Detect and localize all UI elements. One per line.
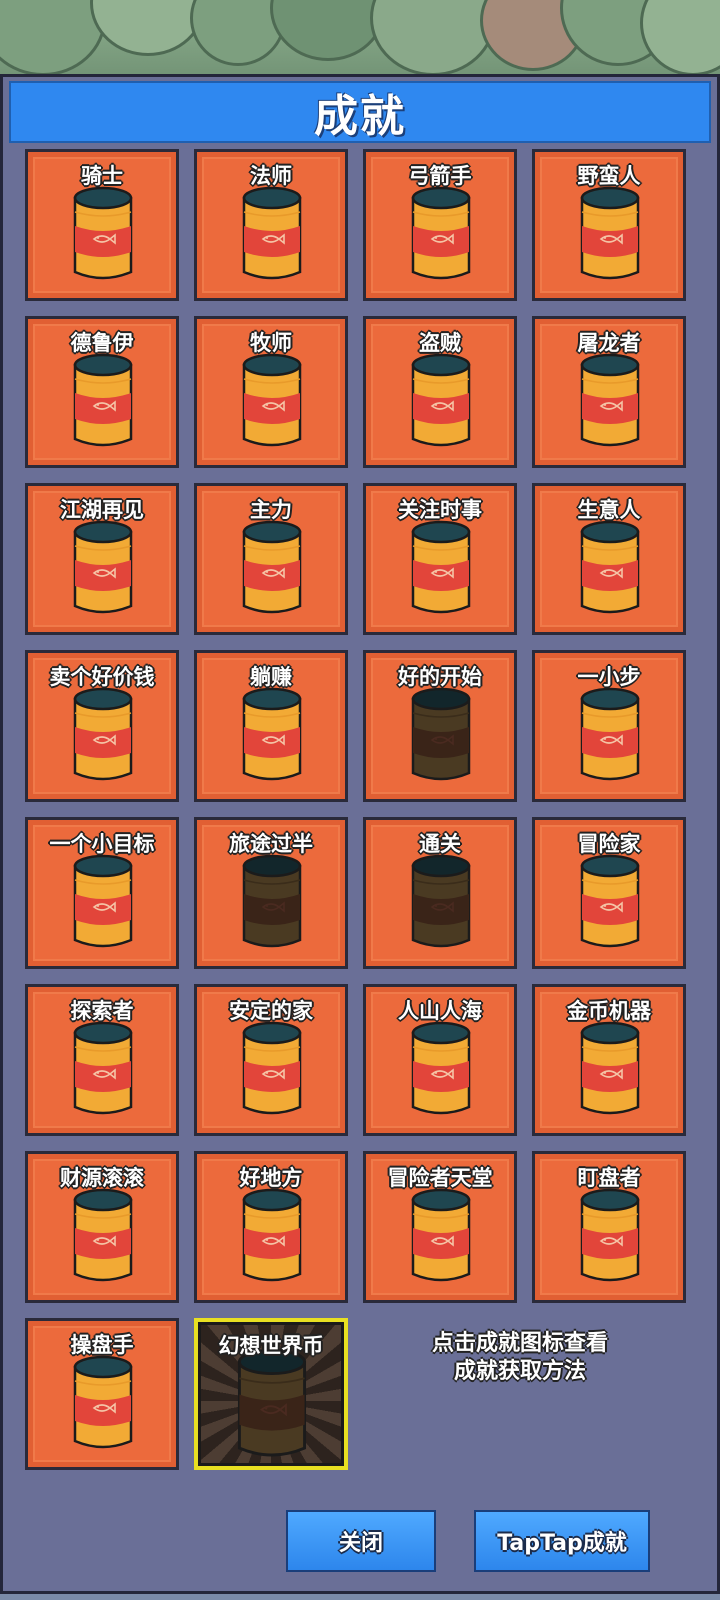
canned-fish-icon [72, 186, 134, 284]
achievement-tile[interactable]: 金币机器 [532, 984, 686, 1136]
achievement-tile[interactable]: 躺赚 [194, 650, 348, 802]
canned-fish-icon [241, 186, 303, 284]
achievement-label: 一个小目标 [49, 832, 155, 856]
achievement-tile[interactable]: 冒险者天堂 [363, 1151, 517, 1303]
canned-fish-icon [72, 353, 134, 451]
achievement-tile[interactable]: 一个小目标 [25, 817, 179, 969]
canned-fish-icon [410, 1021, 472, 1119]
hint-line-1: 点击成就图标查看 [431, 1331, 608, 1356]
achievement-tile[interactable]: 旅途过半 [194, 817, 348, 969]
achievement-tile[interactable]: 冒险家 [532, 817, 686, 969]
canned-fish-icon [241, 1188, 303, 1286]
achievement-label: 冒险家 [577, 832, 641, 856]
achievement-label: 弓箭手 [408, 164, 472, 188]
achievement-tile[interactable]: 牧师 [194, 316, 348, 468]
achievement-label: 金币机器 [567, 999, 651, 1023]
achievement-label: 德鲁伊 [70, 331, 134, 355]
achievement-label: 幻想世界币 [218, 1334, 324, 1358]
achievement-tile[interactable]: 弓箭手 [363, 149, 517, 301]
achievement-label: 法师 [250, 164, 292, 188]
canned-fish-icon [241, 1021, 303, 1119]
canned-fish-icon [241, 520, 303, 618]
achievement-label: 旅途过半 [229, 832, 313, 856]
canned-fish-icon [410, 1188, 472, 1286]
achievement-tile[interactable]: 安定的家 [194, 984, 348, 1136]
achievement-label: 野蛮人 [577, 164, 641, 188]
achievement-tile[interactable]: 法师 [194, 149, 348, 301]
achievement-label: 好地方 [239, 1166, 303, 1190]
achievement-label: 一小步 [577, 665, 641, 689]
achievement-tile[interactable]: 骑士 [25, 149, 179, 301]
achievement-tile[interactable]: 生意人 [532, 483, 686, 635]
achievement-label: 安定的家 [229, 999, 313, 1023]
achievement-tile[interactable]: 主力 [194, 483, 348, 635]
achievement-tile[interactable]: 财源滚滚 [25, 1151, 179, 1303]
canned-fish-icon [241, 353, 303, 451]
canned-fish-icon [72, 1021, 134, 1119]
canned-fish-icon [579, 520, 641, 618]
canned-fish-icon [241, 687, 303, 785]
achievement-tile[interactable]: 盯盘者 [532, 1151, 686, 1303]
close-button[interactable]: 关闭 [286, 1510, 436, 1572]
achievement-tile[interactable]: 江湖再见 [25, 483, 179, 635]
canned-fish-icon [72, 1355, 134, 1453]
achievement-label: 关注时事 [398, 498, 482, 522]
achievement-label: 骑士 [81, 164, 123, 188]
achievement-label: 人山人海 [398, 999, 482, 1023]
achievement-label: 牧师 [250, 331, 292, 355]
achievement-tile[interactable]: 好的开始 [363, 650, 517, 802]
hint-text: 点击成就图标查看 成就获取方法 [400, 1330, 640, 1386]
achievement-label: 江湖再见 [60, 498, 144, 522]
achievement-tile[interactable]: 好地方 [194, 1151, 348, 1303]
achievement-tile[interactable]: 屠龙者 [532, 316, 686, 468]
achievement-tile[interactable]: 卖个好价钱 [25, 650, 179, 802]
achievement-label: 卖个好价钱 [49, 665, 155, 689]
achievement-tile[interactable]: 探索者 [25, 984, 179, 1136]
achievement-label: 探索者 [70, 999, 134, 1023]
taptap-achievements-button[interactable]: TapTap成就 [474, 1510, 650, 1572]
canned-fish-icon [410, 186, 472, 284]
achievement-tile[interactable]: 幻想世界币 [194, 1318, 348, 1470]
achievement-label: 躺赚 [250, 665, 292, 689]
achievement-label: 操盘手 [70, 1333, 134, 1357]
canned-fish-icon [579, 687, 641, 785]
achievement-label: 好的开始 [398, 665, 482, 689]
achievement-label: 生意人 [577, 498, 641, 522]
page-title: 成就 [314, 91, 406, 142]
achievement-label: 盯盘者 [577, 1166, 641, 1190]
canned-fish-icon [72, 520, 134, 618]
hint-line-2: 成就获取方法 [453, 1359, 586, 1384]
canned-fish-icon [579, 1021, 641, 1119]
achievement-tile[interactable]: 野蛮人 [532, 149, 686, 301]
achievement-tile[interactable]: 通关 [363, 817, 517, 969]
canned-fish-icon [228, 1348, 316, 1462]
title-bar: 成就 [9, 81, 711, 143]
achievement-label: 财源滚滚 [60, 1166, 144, 1190]
canned-fish-icon [579, 854, 641, 952]
achievement-tile[interactable]: 一小步 [532, 650, 686, 802]
canned-fish-icon [410, 687, 472, 785]
canned-fish-icon [241, 854, 303, 952]
achievement-tile[interactable]: 德鲁伊 [25, 316, 179, 468]
achievement-label: 盗贼 [419, 331, 461, 355]
canned-fish-icon [410, 854, 472, 952]
canned-fish-icon [72, 687, 134, 785]
achievement-tile[interactable]: 盗贼 [363, 316, 517, 468]
achievement-tile[interactable]: 关注时事 [363, 483, 517, 635]
canned-fish-icon [579, 186, 641, 284]
canned-fish-icon [72, 854, 134, 952]
achievement-tile[interactable]: 操盘手 [25, 1318, 179, 1470]
achievement-label: 主力 [250, 498, 292, 522]
canned-fish-icon [579, 1188, 641, 1286]
canned-fish-icon [579, 353, 641, 451]
achievement-label: 通关 [419, 832, 461, 856]
canned-fish-icon [72, 1188, 134, 1286]
achievement-tile[interactable]: 人山人海 [363, 984, 517, 1136]
achievement-label: 屠龙者 [577, 331, 641, 355]
achievement-label: 冒险者天堂 [387, 1166, 493, 1190]
canned-fish-icon [410, 520, 472, 618]
canned-fish-icon [410, 353, 472, 451]
